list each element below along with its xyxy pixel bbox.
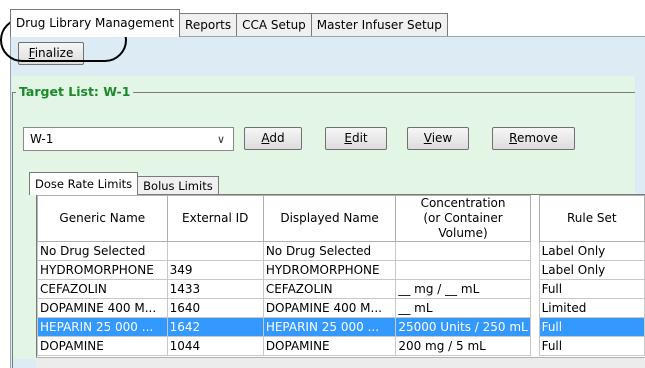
edit-mnemonic: E	[344, 131, 352, 145]
group-border-left	[12, 92, 13, 368]
col-header-rule-set[interactable]: Rule Set	[538, 195, 645, 242]
tab-drug-library-management[interactable]: Drug Library Management	[10, 9, 181, 37]
remove-mnemonic: R	[509, 131, 517, 145]
cell-displayed-name: No Drug Selected	[262, 241, 397, 261]
target-list-title: Target List: W-1	[16, 84, 134, 100]
table-row-selected[interactable]: HEPARIN 25 000 ... 1642 HEPARIN 25 000 .…	[37, 317, 645, 337]
column-gap	[529, 298, 540, 318]
remove-label: emove	[516, 131, 558, 145]
cell-generic-name: HEPARIN 25 000 ...	[37, 317, 168, 337]
remove-button[interactable]: Remove	[492, 127, 575, 150]
cell-displayed-name: DOPAMINE 400 M...	[262, 298, 397, 318]
col-header-external-id[interactable]: External ID	[166, 195, 264, 242]
table-row[interactable]: No Drug Selected No Drug Selected Label …	[37, 241, 645, 261]
cell-external-id: 1640	[166, 298, 264, 318]
table-row[interactable]: CEFAZOLIN 1433 CEFAZOLIN __ mg / __ mL F…	[37, 279, 645, 299]
cell-generic-name: No Drug Selected	[37, 241, 168, 261]
tab-master-infuser-setup[interactable]: Master Infuser Setup	[310, 13, 448, 37]
limits-tab-bar: Dose Rate Limits Bolus Limits	[29, 172, 219, 195]
add-label: dd	[269, 131, 285, 145]
table-row[interactable]: HYDROMORPHONE 349 HYDROMORPHONE Label On…	[37, 260, 645, 280]
column-gap	[529, 279, 540, 299]
cell-concentration	[395, 241, 531, 261]
cell-displayed-name: HEPARIN 25 000 ...	[262, 317, 397, 337]
cell-generic-name: DOPAMINE 400 M...	[37, 298, 168, 318]
column-gap	[529, 241, 540, 261]
cell-concentration: __ mg / __ mL	[395, 279, 531, 299]
cell-external-id: 1044	[166, 336, 264, 356]
main-tab-bar: Drug Library Management Reports CCA Setu…	[10, 9, 448, 37]
drug-table: Generic Name External ID Displayed Name …	[36, 194, 645, 368]
table-header-row: Generic Name External ID Displayed Name …	[37, 195, 645, 242]
cell-generic-name: DOPAMINE	[37, 336, 168, 356]
table-footer-strip	[36, 357, 645, 368]
cell-external-id: 1433	[166, 279, 264, 299]
cell-concentration: 200 mg / 5 mL	[395, 336, 531, 356]
tab-reports[interactable]: Reports	[179, 13, 238, 37]
cell-displayed-name: CEFAZOLIN	[262, 279, 397, 299]
cell-rule-set: Limited	[538, 298, 645, 318]
cell-concentration: __ mL	[395, 298, 531, 318]
column-gap	[529, 260, 540, 280]
cell-displayed-name: HYDROMORPHONE	[262, 260, 397, 280]
cell-external-id: 349	[166, 260, 264, 280]
cell-rule-set: Label Only	[538, 241, 645, 261]
chevron-down-icon: ∨	[216, 133, 225, 146]
cell-generic-name: HYDROMORPHONE	[37, 260, 168, 280]
col-header-concentration-line1: Concentration	[420, 196, 506, 210]
table-row[interactable]: DOPAMINE 400 M... 1640 DOPAMINE 400 M...…	[37, 298, 645, 318]
tab-cca-setup[interactable]: CCA Setup	[236, 13, 312, 37]
cell-concentration: 25000 Units / 250 mL	[395, 317, 531, 337]
cell-displayed-name: DOPAMINE	[262, 336, 397, 356]
column-gap	[529, 336, 540, 356]
cell-external-id	[166, 241, 264, 261]
cell-generic-name: CEFAZOLIN	[37, 279, 168, 299]
cell-rule-set: Full	[538, 317, 645, 337]
target-list-select[interactable]: W-1 ∨	[23, 127, 234, 151]
col-header-concentration[interactable]: Concentration (or Container Volume)	[395, 195, 531, 242]
col-header-displayed-name[interactable]: Displayed Name	[262, 195, 397, 242]
column-gap	[529, 317, 540, 337]
table-row[interactable]: DOPAMINE 1044 DOPAMINE 200 mg / 5 mL Ful…	[37, 336, 645, 356]
target-list-selected-value: W-1	[30, 132, 54, 146]
cell-rule-set: Full	[538, 279, 645, 299]
view-label: iew	[431, 131, 453, 145]
add-button[interactable]: Add	[244, 127, 302, 150]
tab-dose-rate-limits[interactable]: Dose Rate Limits	[29, 172, 139, 195]
tab-bolus-limits[interactable]: Bolus Limits	[137, 176, 219, 195]
edit-button[interactable]: Edit	[325, 127, 387, 150]
cell-rule-set: Full	[538, 336, 645, 356]
cell-concentration	[395, 260, 531, 280]
view-button[interactable]: View	[407, 127, 469, 150]
edit-label: dit	[351, 131, 368, 145]
cell-external-id: 1642	[166, 317, 264, 337]
col-header-generic-name[interactable]: Generic Name	[37, 195, 168, 242]
view-mnemonic: V	[423, 131, 432, 145]
cell-rule-set: Label Only	[538, 260, 645, 280]
column-gap	[529, 195, 540, 242]
col-header-concentration-line2: (or Container Volume)	[423, 211, 503, 240]
